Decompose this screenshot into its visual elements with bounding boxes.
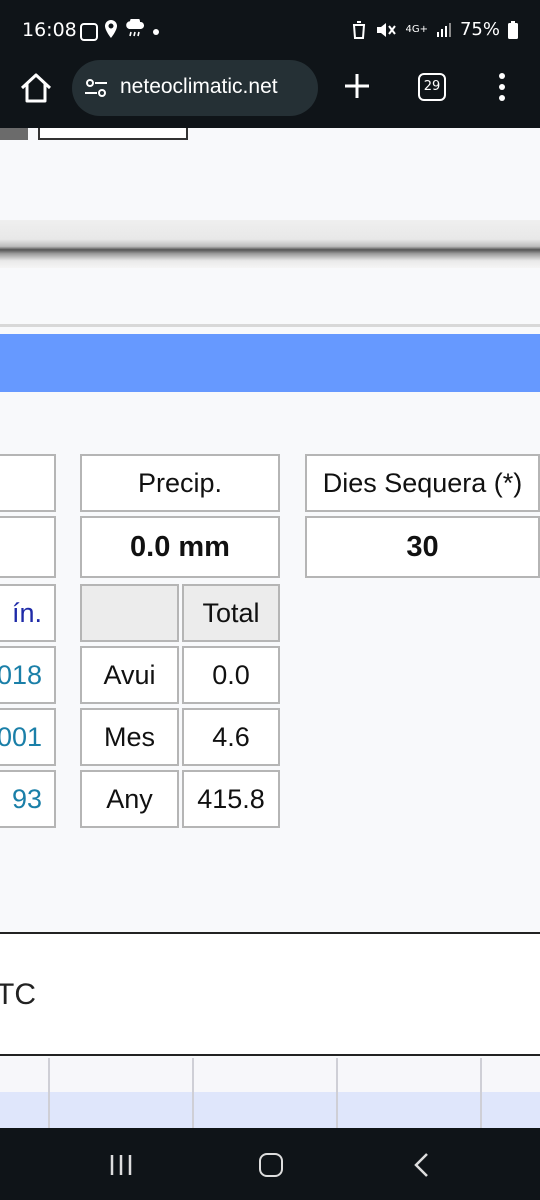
browser-toolbar: neteoclimatic.net 29 [0,60,540,128]
grid-column-divider [48,1058,50,1128]
left-table-header-cell [0,454,56,512]
site-settings-icon[interactable] [84,77,108,99]
tab-switcher-button[interactable]: 29 [418,73,446,101]
left-table-value-cell [0,516,56,578]
system-icons: 4G+ 75% [351,19,518,40]
left-table-value-2[interactable]: 001 [0,708,56,766]
thumbnail-box[interactable] [38,128,188,140]
mute-icon [377,22,397,37]
nav-home-button[interactable] [259,1153,283,1177]
precip-row-label: Any [80,770,179,828]
notification-icons [80,16,160,45]
navigation-bar [0,1128,540,1200]
weather-icon [124,16,146,45]
footer-box: TC [0,932,540,1056]
recents-icon [110,1155,132,1175]
precip-row-label: Avui [80,646,179,704]
back-button[interactable] [412,1152,432,1178]
home-button[interactable] [18,70,54,106]
grid-row-highlight [0,1092,540,1128]
location-icon [104,19,118,45]
address-bar[interactable]: neteoclimatic.net [72,60,318,116]
battery-icon [508,20,518,39]
horizontal-rule [0,220,540,268]
status-bar: 16:08 4G+ 75% [0,0,540,60]
dot-icon [152,22,160,42]
precip-value: 0.0 mm [80,516,280,578]
grid-column-divider [480,1058,482,1128]
recents-button[interactable] [108,1154,134,1176]
precip-empty-header [80,584,179,642]
recycle-icon [353,20,366,39]
precip-row-value: 0.0 [182,646,280,704]
bottom-grid-row [0,1058,540,1128]
home-icon [20,73,52,103]
url-text: neteoclimatic.net [120,75,278,98]
precip-row-value: 415.8 [182,770,280,828]
signal-icon [436,22,451,37]
app-notification-icon [80,23,98,41]
plus-icon [345,74,369,98]
precip-total-header: Total [182,584,280,642]
more-vert-icon [499,73,505,101]
left-table-value-1[interactable]: 018 [0,646,56,704]
divider [0,324,540,327]
battery-percent: 75% [459,19,500,40]
precip-header: Precip. [80,454,280,512]
section-header-band [0,334,540,392]
network-label: 4G+ [405,23,428,35]
web-page: ín. 018 001 93 Precip. 0.0 mm Total Avui… [0,128,540,1128]
precip-row-value: 4.6 [182,708,280,766]
drought-value: 30 [305,516,540,578]
drought-header: Dies Sequera (*) [305,454,540,512]
left-table-value-3[interactable]: 93 [0,770,56,828]
menu-button[interactable] [494,72,510,102]
footer-partial-text: TC [0,978,36,1011]
status-time: 16:08 [22,19,77,41]
thumbnail-dark[interactable] [0,128,28,140]
left-table-label[interactable]: ín. [0,584,56,642]
new-tab-button[interactable] [342,71,372,101]
back-icon [414,1153,428,1177]
grid-column-divider [192,1058,194,1128]
precip-row-label: Mes [80,708,179,766]
grid-column-divider [336,1058,338,1128]
